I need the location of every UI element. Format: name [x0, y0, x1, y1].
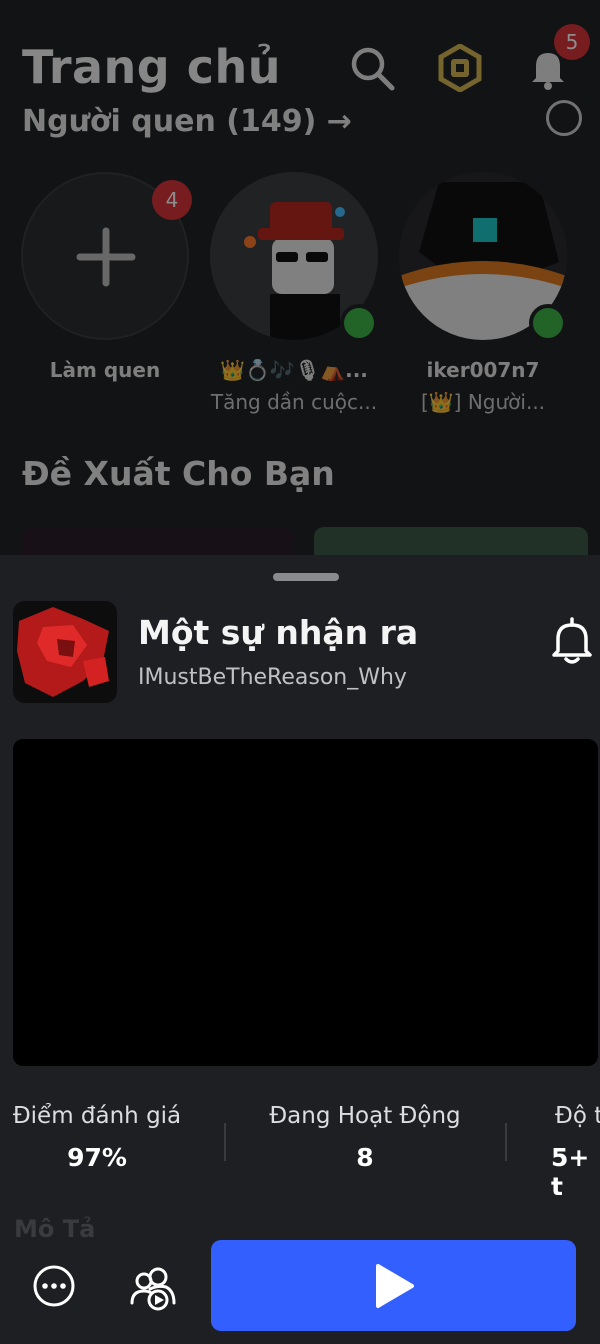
stat-divider: [224, 1123, 226, 1161]
game-thumbnail: [13, 601, 117, 703]
play-button[interactable]: [211, 1240, 576, 1331]
description-title: Mô Tả: [14, 1215, 96, 1243]
stat-divider: [505, 1123, 507, 1161]
stat-value: 97%: [67, 1143, 127, 1172]
game-title: Một sự nhận ra: [138, 613, 419, 652]
sheet-drag-handle[interactable]: [273, 573, 339, 581]
stat-rating: Điểm đánh giá 97%: [8, 1103, 186, 1172]
game-media-preview[interactable]: [13, 739, 598, 1066]
stat-label: Độ t: [555, 1103, 600, 1129]
game-details-sheet: Một sự nhận ra IMustBeTheReason_Why Điểm…: [0, 555, 600, 1344]
stat-label: Điểm đánh giá: [12, 1103, 182, 1129]
game-creator[interactable]: IMustBeTheReason_Why: [138, 665, 407, 690]
more-options-icon[interactable]: [32, 1264, 76, 1308]
stat-value: 8: [356, 1143, 374, 1172]
background-dim-overlay: [0, 0, 600, 556]
thumbnail-art: [13, 601, 117, 703]
stat-value: 5+ t: [551, 1143, 590, 1201]
stat-max-players: Độ t 5+ t: [549, 1103, 600, 1201]
follow-bell-icon[interactable]: [548, 615, 596, 667]
stat-label: Đang Hoạt Động: [269, 1103, 461, 1129]
home-page-background: Trang chủ 5 Người quen (149) → Làm quen …: [0, 0, 600, 560]
party-play-icon[interactable]: [128, 1263, 178, 1311]
play-icon: [375, 1263, 414, 1308]
stat-active: Đang Hoạt Động 8: [262, 1103, 468, 1172]
